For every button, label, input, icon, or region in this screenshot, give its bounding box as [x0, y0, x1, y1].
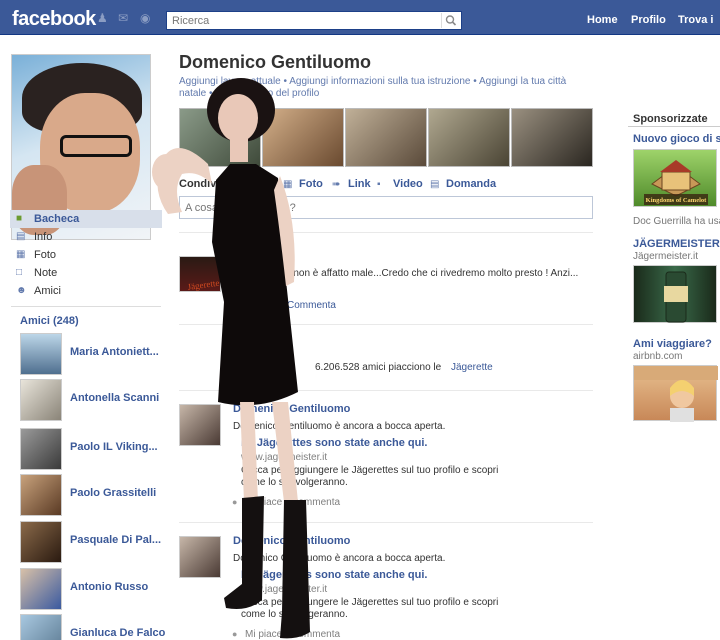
ad-image[interactable] [633, 365, 718, 422]
nav-find-friends[interactable]: Trova i [678, 14, 713, 26]
sponsored-title: Sponsorizzate [633, 113, 708, 125]
post-link-title[interactable]: Le Jägerettes sono state anche qui. [241, 569, 427, 581]
friend-avatar[interactable] [20, 521, 62, 563]
left-column: ■ Bacheca ▤ Info ▦ Foto □ Note ☻ Amici Amici … [0, 36, 165, 640]
menu-item-friends[interactable]: ☻ Amici [14, 282, 162, 300]
post-actions[interactable]: Mi piace · Commenta [245, 629, 340, 640]
profile-info-links[interactable]: Aggiungi lavoro attuale • Aggiungi infor… [179, 76, 591, 100]
top-bar: facebook ♟ ✉ ◉ Ricerca Home Profilo Trov… [0, 0, 720, 35]
share-video-button[interactable]: ▪ Video [377, 178, 423, 190]
share-photo-button[interactable]: ▦ Foto [283, 178, 323, 190]
comment-link[interactable]: Commenta [287, 300, 336, 311]
ad-image[interactable]: Kingdoms of Camelot [633, 149, 717, 207]
strip-photo[interactable] [179, 108, 261, 167]
nav-home[interactable]: Home [587, 14, 618, 26]
video-icon: ▪ [377, 179, 381, 190]
share-bar: Condividi: ▦ Foto ➠ Link ▪ Video ▤ Domanda [179, 176, 594, 192]
post-author-avatar[interactable] [179, 404, 221, 446]
post-author[interactable]: Domenico Gentiluomo [233, 403, 350, 415]
strip-photo[interactable] [511, 108, 593, 167]
post-link-title[interactable]: Le Jägerettes sono state anche qui. [241, 437, 427, 449]
page-fans-count: 6.206.528 amici piacciono le [315, 362, 442, 373]
post-link-desc: come lo stravolgeranno. [241, 609, 348, 620]
post-text: Domenico Gentiluomo è ancora a bocca ape… [233, 553, 446, 564]
friend-item[interactable]: Antonella Scanni [20, 379, 160, 421]
post-actions[interactable]: Mi piace · Commenta [245, 497, 340, 508]
friend-avatar[interactable] [20, 333, 62, 375]
share-question-button[interactable]: ▤ Domanda [430, 178, 496, 190]
friend-item[interactable]: Maria Antoniett... [20, 333, 160, 375]
nav-profile[interactable]: Profilo [631, 14, 666, 26]
post-text: ...non è affatto male...Credo che ci riv… [285, 268, 579, 279]
messages-icon[interactable]: ✉ [118, 12, 132, 24]
status-composer[interactable]: A cosa stai pensando? [179, 196, 593, 219]
facebook-logo[interactable]: facebook [12, 8, 96, 31]
post-image[interactable] [179, 256, 221, 292]
post-author-avatar[interactable] [179, 536, 221, 578]
profile-name: Domenico Gentiluomo [179, 52, 372, 72]
post-link-desc: come lo stravolgeranno. [241, 477, 348, 488]
menu-item-notes[interactable]: □ Note [14, 264, 162, 282]
post-link-desc: Clicca per aggiungere le Jägerettes sul … [241, 597, 499, 608]
friend-avatar[interactable] [20, 614, 62, 640]
post-link-url: www.jagermeister.it [241, 584, 328, 595]
friend-item[interactable]: Gianluca De Falco [20, 614, 165, 640]
friends-icon: ☻ [16, 285, 27, 296]
menu-item-info[interactable]: ▤ Info [14, 228, 162, 246]
friend-item[interactable]: Paolo IL Viking... [20, 428, 160, 470]
question-icon: ▤ [430, 179, 440, 190]
info-icon: ▤ [16, 231, 26, 242]
search-input[interactable]: Ricerca [166, 11, 462, 30]
friends-count-link[interactable]: Amici (248) [20, 315, 79, 327]
post-text: Domenico Gentiluomo è ancora a bocca ape… [233, 421, 446, 432]
strip-photo[interactable] [428, 108, 510, 167]
friend-requests-icon[interactable]: ♟ [97, 12, 111, 24]
search-placeholder: Ricerca [172, 15, 210, 27]
ad-title[interactable]: Nuovo gioco di st [633, 133, 720, 145]
ad-title[interactable]: Ami viaggiare? [633, 338, 712, 350]
ad-image-caption: Kingdoms of Camelot [646, 197, 708, 204]
ad-title[interactable]: JÄGERMEISTER [633, 238, 720, 250]
menu-item-wall[interactable]: ■ Bacheca [10, 210, 162, 228]
page-name-link[interactable]: Jägerette [451, 362, 493, 373]
share-label: Condividi: [179, 178, 233, 190]
strip-photo[interactable] [345, 108, 427, 167]
notifications-icon[interactable]: ◉ [140, 12, 154, 24]
friend-item[interactable]: Paolo Grassitelli [20, 474, 160, 516]
friend-avatar[interactable] [20, 568, 62, 610]
post-author[interactable]: Domenico Gentiluomo [233, 535, 350, 547]
privacy-lock-icon[interactable]: ● [232, 498, 240, 507]
ad-subtext: Doc Guerrilla ha usa [633, 216, 720, 227]
friend-avatar[interactable] [20, 474, 62, 516]
photo-strip [179, 108, 594, 167]
menu-item-photos[interactable]: ▦ Foto [14, 246, 162, 264]
search-icon[interactable] [441, 13, 459, 28]
privacy-lock-icon[interactable]: ● [232, 630, 240, 639]
photo-icon: ▦ [283, 179, 293, 190]
strip-photo[interactable] [262, 108, 344, 167]
link-icon: ➠ [332, 179, 341, 190]
friend-avatar[interactable] [20, 428, 62, 470]
note-icon: □ [16, 267, 23, 278]
post-link-desc: Clicca per aggiungere le Jägerettes sul … [241, 465, 499, 476]
friend-item[interactable]: Pasquale Di Pal... [20, 521, 161, 563]
post-link-url: www.jagermeister.it [241, 452, 328, 463]
photo-icon: ▦ [16, 249, 26, 260]
ad-image[interactable] [633, 265, 717, 323]
friend-avatar[interactable] [20, 379, 62, 421]
ad-subtext: airbnb.com [633, 351, 683, 362]
profile-menu: ■ Bacheca ▤ Info ▦ Foto □ Note ☻ Amici [10, 210, 162, 300]
friend-item[interactable]: Antonio Russo [20, 568, 160, 610]
ad-subtext: Jägermeister.it [633, 251, 699, 262]
share-link-button[interactable]: ➠ Link [332, 178, 371, 190]
wall-icon: ■ [16, 213, 23, 224]
